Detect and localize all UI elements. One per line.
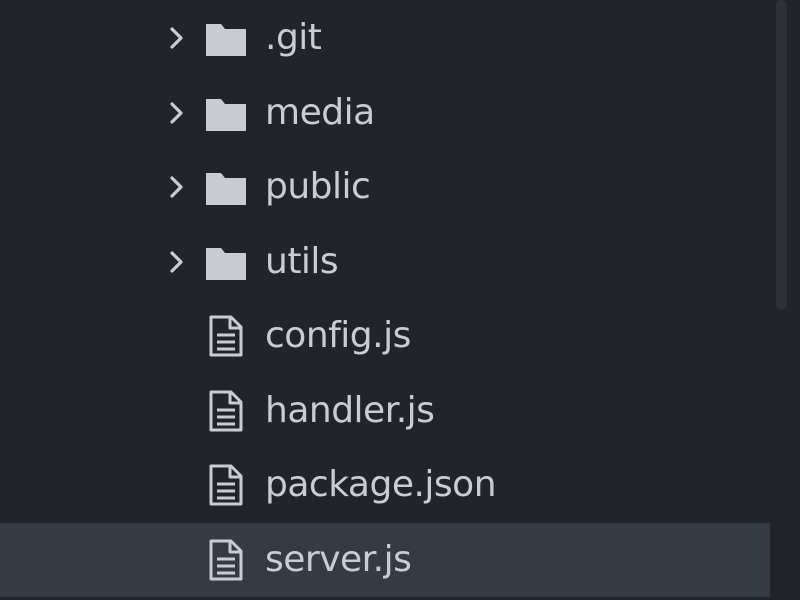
tree-file-row[interactable]: package.json (0, 448, 770, 522)
tree-folder-row[interactable]: public (0, 150, 770, 224)
tree-folder-row[interactable]: media (0, 76, 770, 150)
folder-icon (204, 240, 248, 284)
chevron-right-icon[interactable] (168, 249, 186, 275)
file-icon (204, 389, 248, 433)
tree-folder-row[interactable]: utils (0, 225, 770, 299)
tree-folder-row[interactable]: .git (0, 1, 770, 75)
tree-item-label: package.json (265, 464, 497, 505)
tree-item-label: config.js (265, 315, 411, 356)
scrollbar[interactable] (776, 0, 787, 310)
folder-icon (204, 165, 248, 209)
chevron-right-icon[interactable] (168, 174, 186, 200)
folder-icon (204, 16, 248, 60)
tree-file-row[interactable]: handler.js (0, 374, 770, 448)
file-tree: .git media public utils config.js handler.js p… (0, 0, 800, 600)
tree-item-label: handler.js (265, 389, 435, 431)
folder-icon (204, 91, 248, 135)
tree-item-label: media (265, 91, 375, 133)
tree-item-label: public (265, 166, 371, 207)
chevron-right-icon[interactable] (168, 25, 186, 51)
tree-file-row[interactable]: config.js (0, 299, 770, 373)
tree-item-label: .git (265, 17, 322, 58)
chevron-right-icon[interactable] (168, 100, 186, 126)
file-icon (204, 538, 248, 582)
file-icon (204, 463, 248, 507)
file-icon (204, 314, 248, 358)
tree-item-label: server.js (265, 538, 412, 580)
tree-file-row[interactable]: server.js (0, 522, 770, 597)
tree-item-label: utils (265, 240, 339, 282)
